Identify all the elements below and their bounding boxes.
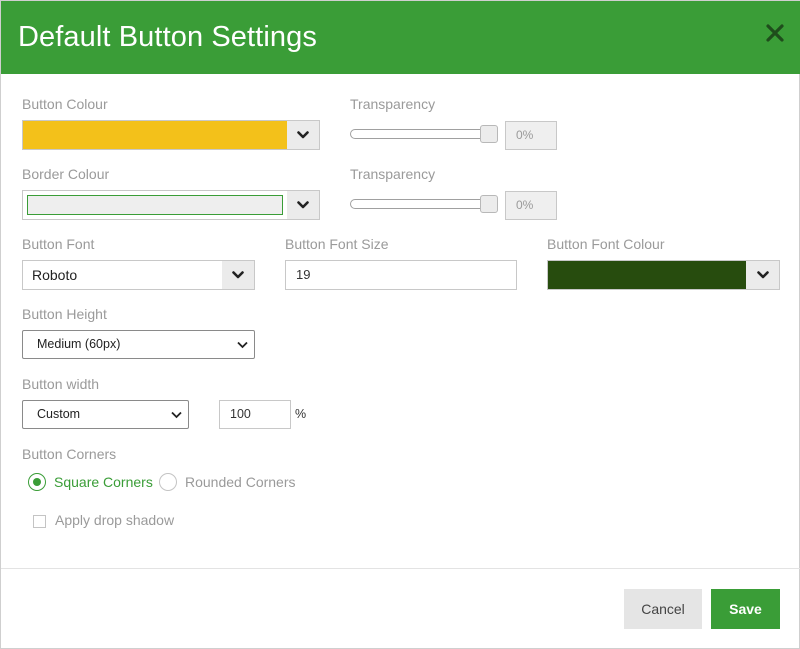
button-width-selected-value: Custom <box>37 407 81 421</box>
border-colour-field[interactable] <box>22 190 288 220</box>
border-transparency-value: 0% <box>505 191 557 220</box>
button-height-select[interactable]: Medium (60px) <box>22 330 255 359</box>
square-corners-radio[interactable] <box>28 473 46 491</box>
rounded-corners-radio[interactable] <box>159 473 177 491</box>
default-button-settings-dialog: Default Button Settings Button Colour Tr… <box>0 0 800 649</box>
button-transparency-slider-track[interactable] <box>350 129 496 139</box>
button-font-label: Button Font <box>22 236 95 252</box>
button-colour-swatch[interactable] <box>22 120 288 150</box>
rounded-corners-label[interactable]: Rounded Corners <box>185 474 296 490</box>
chevron-down-icon <box>297 201 309 209</box>
chevron-down-icon <box>297 131 309 139</box>
button-height-label: Button Height <box>22 306 107 322</box>
dialog-title: Default Button Settings <box>18 21 317 53</box>
drop-shadow-label[interactable]: Apply drop shadow <box>55 512 174 528</box>
close-icon <box>766 24 784 42</box>
drop-shadow-checkbox[interactable] <box>33 515 46 528</box>
border-transparency-slider-track[interactable] <box>350 199 496 209</box>
button-width-label: Button width <box>22 376 100 392</box>
button-font-size-label: Button Font Size <box>285 236 389 252</box>
button-colour-dropdown-button[interactable] <box>287 120 320 150</box>
chevron-down-icon <box>232 271 244 279</box>
close-button[interactable] <box>763 21 787 45</box>
button-width-input[interactable]: 100 <box>219 400 291 429</box>
chevron-down-icon <box>756 271 769 279</box>
button-font-field[interactable]: Roboto <box>22 260 223 290</box>
border-transparency-label: Transparency <box>350 166 436 182</box>
square-corners-label[interactable]: Square Corners <box>54 474 153 490</box>
button-transparency-value: 0% <box>505 121 557 150</box>
button-font-dropdown-button[interactable] <box>222 260 255 290</box>
border-colour-swatch <box>27 195 283 215</box>
border-colour-dropdown-button[interactable] <box>287 190 320 220</box>
dialog-header: Default Button Settings <box>1 1 800 74</box>
button-width-select[interactable]: Custom <box>22 400 189 429</box>
button-corners-label: Button Corners <box>22 446 117 462</box>
button-font-size-input[interactable]: 19 <box>285 260 517 290</box>
chevron-down-icon <box>171 411 182 418</box>
button-font-colour-dropdown-button[interactable] <box>746 260 780 290</box>
button-font-colour-label: Button Font Colour <box>547 236 665 252</box>
cancel-button[interactable]: Cancel <box>624 589 702 629</box>
button-font-colour-swatch[interactable] <box>547 260 747 290</box>
button-transparency-label: Transparency <box>350 96 436 112</box>
button-height-selected-value: Medium (60px) <box>37 337 121 351</box>
border-colour-label: Border Colour <box>22 166 110 182</box>
button-width-unit: % <box>295 407 307 421</box>
footer-divider <box>1 568 800 569</box>
save-button[interactable]: Save <box>711 589 780 629</box>
chevron-down-icon <box>237 341 248 348</box>
button-colour-label: Button Colour <box>22 96 108 112</box>
border-transparency-slider-thumb[interactable] <box>480 195 498 213</box>
button-transparency-slider-thumb[interactable] <box>480 125 498 143</box>
